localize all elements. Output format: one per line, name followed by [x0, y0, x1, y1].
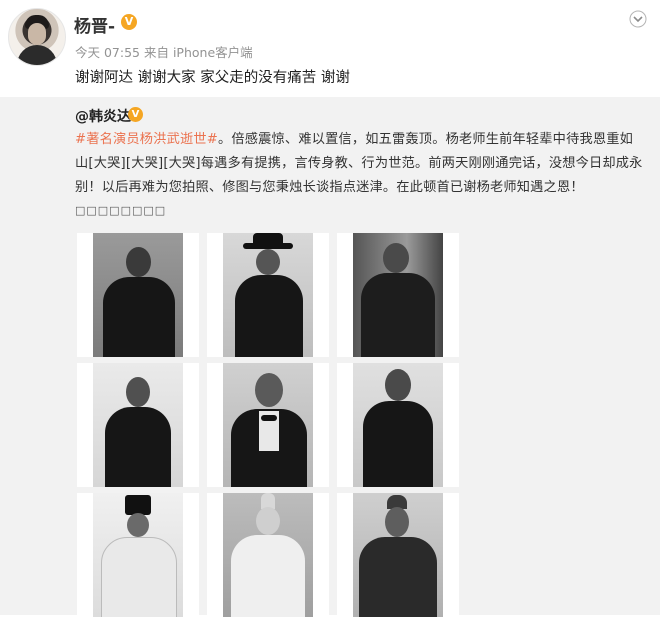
avatar-face — [28, 23, 46, 45]
photo-1-body — [103, 277, 175, 357]
author-avatar[interactable] — [8, 8, 66, 66]
photo-5-bowtie — [261, 415, 277, 421]
photo-9[interactable] — [337, 493, 459, 617]
photo-7-image — [93, 493, 183, 617]
photo-7[interactable] — [77, 493, 199, 617]
photo-4-body — [105, 407, 171, 487]
repost-line-1-text: 。倍感震惊、难以置信，如五雷轰顶。杨老师生前年轻辈中待我恩重如 — [218, 132, 634, 147]
photo-3-head — [383, 243, 409, 273]
repost-text: #著名演员杨洪武逝世#。倍感震惊、难以置信，如五雷轰顶。杨老师生前年轻辈中待我恩… — [75, 128, 655, 200]
post-source[interactable]: 来自 iPhone客户端 — [144, 45, 253, 60]
photo-9-head — [385, 507, 409, 537]
photo-4[interactable] — [77, 363, 199, 487]
author-name[interactable]: 杨晋- — [74, 12, 115, 37]
photo-2-image — [223, 233, 313, 357]
repost-verified-badge-icon: V — [128, 107, 143, 122]
repost-author[interactable]: @韩炎达 — [75, 106, 131, 126]
chevron-down-icon[interactable] — [629, 10, 647, 28]
photo-8-robe — [231, 535, 305, 617]
post-meta: 今天 07:55 来自 iPhone客户端 — [75, 42, 253, 61]
photo-2[interactable] — [207, 233, 329, 357]
photo-5[interactable] — [207, 363, 329, 487]
hashtag-link[interactable]: #著名演员杨洪武逝世# — [75, 132, 218, 147]
photo-7-robe — [101, 537, 177, 617]
photo-4-image — [93, 363, 183, 487]
photo-9-image — [353, 493, 443, 617]
photo-2-body — [235, 275, 303, 357]
verified-badge-icon: V — [121, 14, 137, 30]
photo-9-armor — [359, 537, 437, 617]
repost-line-2: 山[大哭][大哭][大哭]每遇多有提携，言传身教、行为世范。前两天刚刚通完话，没… — [75, 156, 643, 171]
photo-3-body — [361, 273, 435, 357]
post-time: 今天 07:55 — [75, 45, 140, 60]
photo-8[interactable] — [207, 493, 329, 617]
photo-1-head — [126, 247, 151, 277]
photo-6[interactable] — [337, 363, 459, 487]
photo-7-head — [127, 513, 149, 537]
photo-grid — [77, 233, 461, 617]
photo-1-image — [93, 233, 183, 357]
photo-6-body — [363, 401, 433, 487]
post-text: 谢谢阿达 谢谢大家 家父走的没有痛苦 谢谢 — [75, 70, 350, 86]
trailing-characters: □□□□□□□□ — [75, 204, 167, 217]
photo-5-head — [255, 373, 283, 407]
post-header: 杨晋- V 今天 07:55 来自 iPhone客户端 谢谢阿达 谢谢大家 家父… — [0, 0, 660, 97]
photo-2-hat-top — [253, 233, 283, 245]
photo-6-image — [353, 363, 443, 487]
avatar-body — [17, 45, 57, 65]
photo-6-head — [385, 369, 411, 401]
repost-card[interactable]: @韩炎达 V #著名演员杨洪武逝世#。倍感震惊、难以置信，如五雷轰顶。杨老师生前… — [0, 97, 660, 617]
repost-line-1: #著名演员杨洪武逝世#。倍感震惊、难以置信，如五雷轰顶。杨老师生前年轻辈中待我恩… — [75, 128, 655, 152]
photo-3[interactable] — [337, 233, 459, 357]
photo-5-image — [223, 363, 313, 487]
photo-7-hat — [125, 495, 151, 515]
photo-8-image — [223, 493, 313, 617]
photo-2-head — [256, 249, 280, 275]
photo-8-head — [256, 507, 280, 535]
repost-line-3: 别！以后再难为您拍照、修图与您秉烛长谈指点迷津。在此顿首已谢杨老师知遇之恩！ — [75, 180, 584, 195]
photo-3-image — [353, 233, 443, 357]
photo-4-head — [126, 377, 150, 407]
photo-1[interactable] — [77, 233, 199, 357]
